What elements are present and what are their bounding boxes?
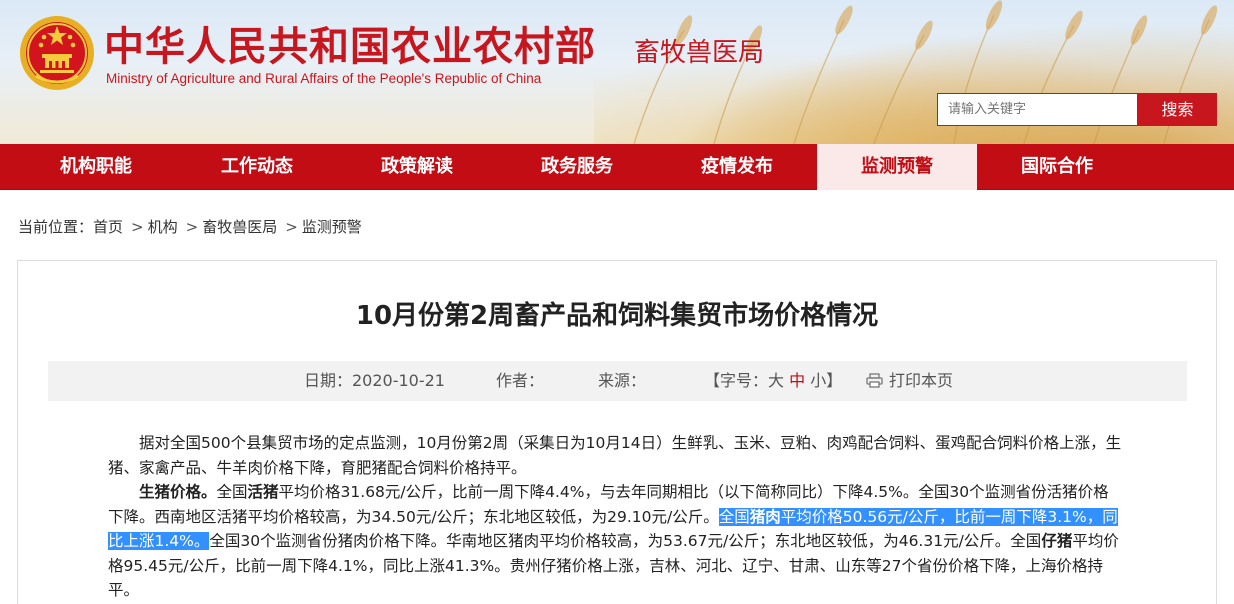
breadcrumb-item-department[interactable]: 畜牧兽医局 [202, 218, 277, 236]
breadcrumb-item-monitoring[interactable]: 监测预警 [302, 218, 362, 236]
text-segment: 全国30个监测省份猪肉价格下降。华南地区猪肉平均价格较高，为53.67元/公斤；… [209, 532, 1042, 550]
breadcrumb: 当前位置：首页 > 机构 > 畜牧兽医局 > 监测预警 [18, 216, 366, 237]
article-meta-bar: 日期：2020-10-21 作者： 来源： 【字号：大 中 小】 打印本页 [48, 361, 1187, 401]
section-heading: 生猪价格。 [139, 483, 217, 501]
breadcrumb-separator: > [285, 218, 298, 236]
article-source: 来源： [598, 371, 647, 390]
paragraph-intro: 据对全国500个县集贸市场的定点监测，10月份第2周（采集日为10月14日）生鲜… [108, 434, 1122, 477]
nav-item-epidemic-release[interactable]: 疫情发布 [657, 144, 817, 190]
nav-item-monitoring-warning[interactable]: 监测预警 [817, 144, 977, 190]
font-size-label: 【字号： [704, 371, 769, 390]
article-body: 据对全国500个县集贸市场的定点监测，10月份第2周（采集日为10月14日）生鲜… [108, 431, 1122, 603]
text-segment: 全国 [718, 507, 750, 526]
breadcrumb-separator: > [131, 218, 144, 236]
department-name: 畜牧兽医局 [634, 38, 765, 68]
breadcrumb-item-org[interactable]: 机构 [148, 218, 178, 236]
site-title-en: Ministry of Agriculture and Rural Affair… [106, 71, 542, 86]
keyword-piglet: 仔猪 [1041, 532, 1073, 550]
paragraph-hog-prices: 生猪价格。全国活猪平均价格31.68元/公斤，比前一周下降4.4%，与去年同期相… [108, 480, 1122, 603]
font-size-close: 】 [826, 371, 843, 390]
printer-icon [866, 373, 883, 388]
nav-item-government-services[interactable]: 政务服务 [497, 144, 657, 190]
search-button[interactable]: 搜索 [1138, 93, 1217, 126]
search-box: 搜索 [937, 93, 1217, 126]
font-size-control: 【字号：大 中 小】 [704, 361, 842, 401]
site-title-cn: 中华人民共和国农业农村部 [104, 23, 596, 70]
breadcrumb-item-home[interactable]: 首页 [93, 218, 123, 236]
article-date: 日期：2020-10-21 [304, 371, 445, 390]
article-container: 10月份第2周畜产品和饲料集贸市场价格情况 日期：2020-10-21 作者： … [17, 260, 1217, 604]
national-emblem-icon [20, 16, 94, 90]
article-author: 作者： [496, 371, 545, 390]
text-segment: 全国 [216, 483, 248, 501]
font-size-medium-button[interactable]: 中 [789, 371, 805, 390]
print-label: 打印本页 [889, 371, 954, 390]
font-size-large-button[interactable]: 大 [768, 371, 784, 390]
keyword-live-hog: 活猪 [247, 483, 279, 501]
nav-item-international-cooperation[interactable]: 国际合作 [977, 144, 1137, 190]
header-banner: 中华人民共和国农业农村部 Ministry of Agriculture and… [0, 0, 1234, 144]
breadcrumb-separator: > [185, 218, 199, 236]
nav-item-work-updates[interactable]: 工作动态 [177, 144, 337, 190]
nav-item-org-functions[interactable]: 机构职能 [16, 144, 176, 190]
article-title: 10月份第2周畜产品和饲料集贸市场价格情况 [355, 301, 879, 331]
nav-item-policy-interpretation[interactable]: 政策解读 [337, 144, 497, 190]
font-size-small-button[interactable]: 小 [810, 371, 826, 390]
breadcrumb-prefix: 当前位置： [18, 218, 94, 236]
print-button[interactable]: 打印本页 [866, 361, 953, 401]
keyword-pork: 猪肉 [749, 507, 781, 526]
main-nav: 机构职能 工作动态 政策解读 政务服务 疫情发布 监测预警 国际合作 [0, 144, 1234, 190]
search-input[interactable] [937, 93, 1138, 126]
